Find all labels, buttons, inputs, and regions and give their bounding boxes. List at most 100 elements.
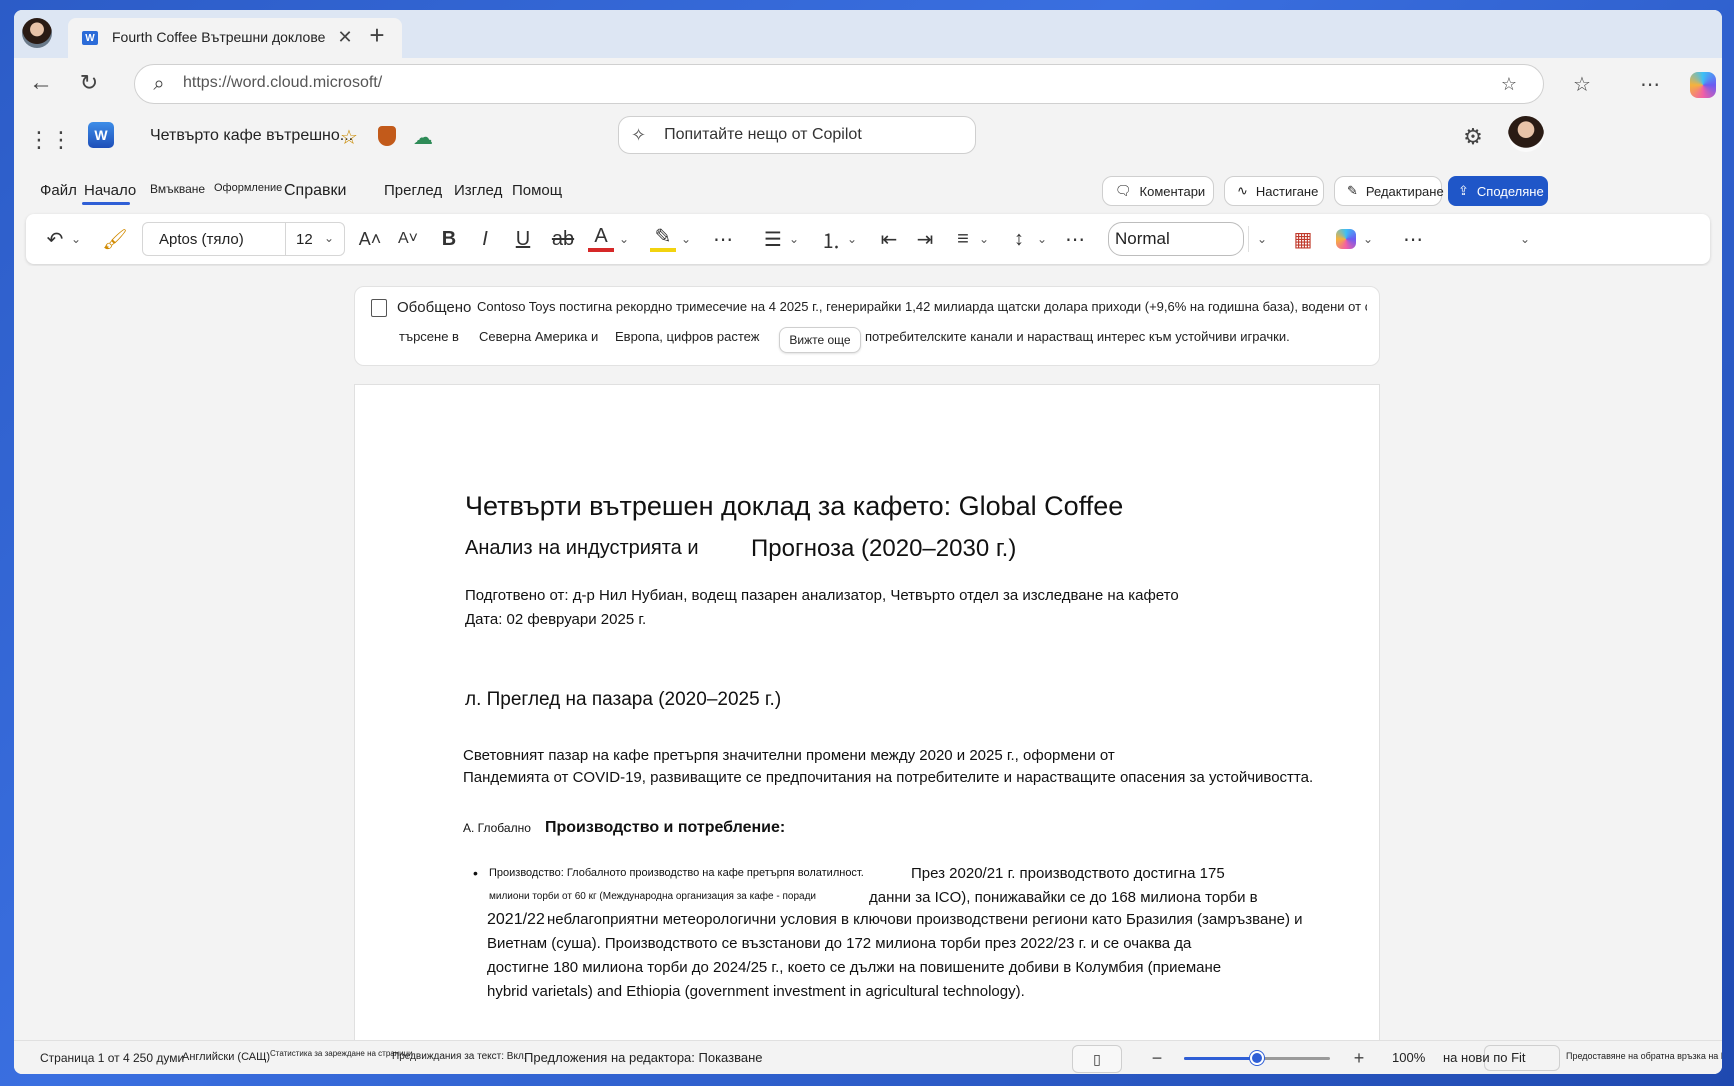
numbering-icon[interactable]: ⒈	[818, 226, 844, 253]
tab-review[interactable]: Преглед	[384, 182, 442, 199]
tab-home[interactable]: Начало	[84, 182, 136, 199]
more-paragraph-options-icon[interactable]: ⋯	[1062, 226, 1088, 252]
text-predictions[interactable]: Предвиждания за текст: Вкл.	[392, 1051, 527, 1062]
tab-help[interactable]: Помощ	[512, 182, 562, 199]
tab-active[interactable]: W Fourth Coffee Вътрешни доклове ✕	[68, 18, 402, 58]
profile-avatar[interactable]	[22, 18, 52, 48]
comments-label: Коментари	[1139, 183, 1206, 199]
see-more-button[interactable]: Вижте още	[779, 327, 861, 353]
tab-layout[interactable]: Оформление	[214, 182, 282, 194]
doc-title-1: Четвърти вътрешен доклад за кафето: Glob…	[465, 491, 1124, 521]
bullet-dot: •	[473, 865, 478, 881]
status-bar: Страница 1 от 4 250 думи Английски (САЩ)…	[14, 1040, 1722, 1074]
increase-indent-icon[interactable]: ⇥	[912, 226, 938, 252]
strikethrough-icon[interactable]: ab	[550, 226, 576, 252]
browser-window: W Fourth Coffee Вътрешни доклове ✕ + ← ↻…	[14, 10, 1722, 1074]
bullets-dropdown-icon[interactable]: ⌄	[786, 226, 802, 252]
undo-icon[interactable]: ↶	[42, 226, 68, 252]
undo-dropdown-icon[interactable]: ⌄	[68, 226, 84, 252]
copilot-dropdown-icon[interactable]: ⌄	[1360, 226, 1376, 252]
catchup-button[interactable]: ∿ Настигане	[1224, 176, 1324, 206]
saved-cloud-icon[interactable]: ☁	[410, 124, 436, 150]
settings-gear-icon[interactable]: ⚙	[1458, 122, 1488, 152]
highlight-icon[interactable]: ✎	[650, 224, 676, 252]
copilot-icon[interactable]	[1690, 72, 1716, 98]
user-avatar[interactable]	[1508, 116, 1544, 152]
font-name-value: Aptos (тяло)	[159, 231, 244, 248]
bullet-line-3a: 2021/22	[487, 911, 545, 928]
font-color-icon[interactable]: A	[588, 224, 614, 252]
bullet-line-6: hybrid varietals) and Ethiopia (governme…	[487, 983, 1025, 1000]
more-ribbon-options-icon[interactable]: ⋯	[1400, 226, 1426, 252]
doc-title-2b: Прогноза (2020–2030 г.)	[751, 535, 1017, 562]
numbering-dropdown-icon[interactable]: ⌄	[844, 226, 860, 252]
copilot-search-box[interactable]: ✧ Попитайте нещо от Copilot	[618, 116, 976, 154]
highlight-dropdown-icon[interactable]: ⌄	[678, 226, 694, 252]
styles-gallery-icon[interactable]: ▦	[1290, 226, 1316, 252]
font-size-box[interactable]: 12 ⌄	[285, 222, 345, 256]
address-bar-row: ← ↻ ⌕ https://word.cloud.microsoft/ ☆ ☆ …	[14, 58, 1722, 110]
zoom-out-icon[interactable]: −	[1146, 1047, 1168, 1069]
italic-icon[interactable]: I	[472, 226, 498, 252]
tab-home-underline	[82, 202, 130, 205]
refresh-icon[interactable]: ↻	[74, 68, 104, 98]
comments-button[interactable]: 🗨 Коментари	[1102, 176, 1214, 206]
feedback-link[interactable]: Предоставяне на обратна връзка на Micros…	[1566, 1051, 1722, 1061]
search-icon: ⌕	[153, 72, 165, 95]
copilot-placeholder: Попитайте нещо от Copilot	[664, 126, 862, 143]
word-icon: W	[82, 31, 98, 45]
editor-suggestions[interactable]: Предложения на редактора: Показване	[524, 1050, 763, 1065]
bullets-icon[interactable]: ☰	[760, 226, 786, 252]
page-view-button[interactable]: ▯	[1072, 1045, 1122, 1073]
sensitivity-shield-icon[interactable]	[378, 126, 396, 146]
new-tab-icon[interactable]: +	[362, 20, 392, 50]
more-font-options-icon[interactable]: ⋯	[710, 226, 736, 252]
zoom-slider-thumb[interactable]	[1250, 1051, 1264, 1065]
language[interactable]: Английски (САЩ)	[182, 1051, 270, 1063]
add-favorite-icon[interactable]: ☆	[1497, 72, 1521, 96]
line-spacing-icon[interactable]: ↕	[1006, 226, 1032, 252]
url-field[interactable]: ⌕ https://word.cloud.microsoft/ ☆	[134, 64, 1544, 104]
summary-line-2c: Европа, цифров растеж	[615, 329, 760, 344]
back-icon[interactable]: ←	[26, 68, 56, 98]
more-icon[interactable]: ⋯	[1636, 70, 1664, 98]
zoom-in-icon[interactable]: +	[1348, 1047, 1370, 1069]
shrink-font-icon[interactable]: A˅	[394, 226, 422, 252]
editing-button[interactable]: ✎ Редактиране	[1334, 176, 1444, 206]
zoom-slider[interactable]	[1184, 1051, 1330, 1065]
tab-references[interactable]: Справки	[284, 182, 346, 200]
style-dropdown-icon[interactable]: ⌄	[1248, 226, 1275, 252]
fit-button[interactable]: на нови по Fit	[1443, 1045, 1560, 1071]
decrease-indent-icon[interactable]: ⇤	[876, 226, 902, 252]
page-count[interactable]: Страница 1 от 4 250 думи	[40, 1051, 184, 1065]
font-size-value: 12	[296, 231, 313, 248]
summary-line-2d: потребителските канали и нарастващ интер…	[865, 329, 1290, 344]
line-spacing-dropdown-icon[interactable]: ⌄	[1034, 226, 1050, 252]
tab-insert[interactable]: Вмъкване	[150, 182, 205, 196]
share-button[interactable]: ⇪ Споделяне	[1448, 176, 1548, 206]
copilot-ribbon-icon[interactable]	[1336, 229, 1356, 249]
align-dropdown-icon[interactable]: ⌄	[976, 226, 992, 252]
bullet-line-5: достигне 180 милиона торби до 2024/25 г.…	[487, 959, 1222, 976]
font-name-box[interactable]: Aptos (тяло)	[142, 222, 286, 256]
style-box[interactable]: Normal	[1108, 222, 1244, 256]
collapse-ribbon-icon[interactable]: ⌄	[1512, 226, 1538, 252]
bold-icon[interactable]: B	[436, 226, 462, 252]
catchup-label: Настигане	[1255, 183, 1319, 199]
tab-file[interactable]: Файл	[40, 182, 77, 199]
style-value: Normal	[1115, 229, 1170, 248]
underline-icon[interactable]: U	[510, 226, 536, 252]
bullet-line-2-small: милиони торби от 60 кг (Международна орг…	[489, 891, 816, 902]
format-painter-icon[interactable]: 🖌	[102, 226, 128, 252]
align-icon[interactable]: ≡	[950, 226, 976, 252]
zoom-level[interactable]: 100%	[1392, 1050, 1425, 1065]
app-launcher-icon[interactable]: ⋮⋮	[28, 124, 72, 156]
star-icon[interactable]: ☆	[336, 124, 362, 150]
close-tab-icon[interactable]: ✕	[332, 24, 358, 50]
document-title[interactable]: Четвърто кафе вътрешно...	[150, 127, 353, 145]
font-color-dropdown-icon[interactable]: ⌄	[616, 226, 632, 252]
doc-subheading: Производство и потребление:	[545, 819, 786, 836]
favorites-icon[interactable]: ☆	[1568, 70, 1596, 98]
grow-font-icon[interactable]: A˄	[356, 226, 384, 252]
tab-view[interactable]: Изглед	[454, 182, 502, 199]
